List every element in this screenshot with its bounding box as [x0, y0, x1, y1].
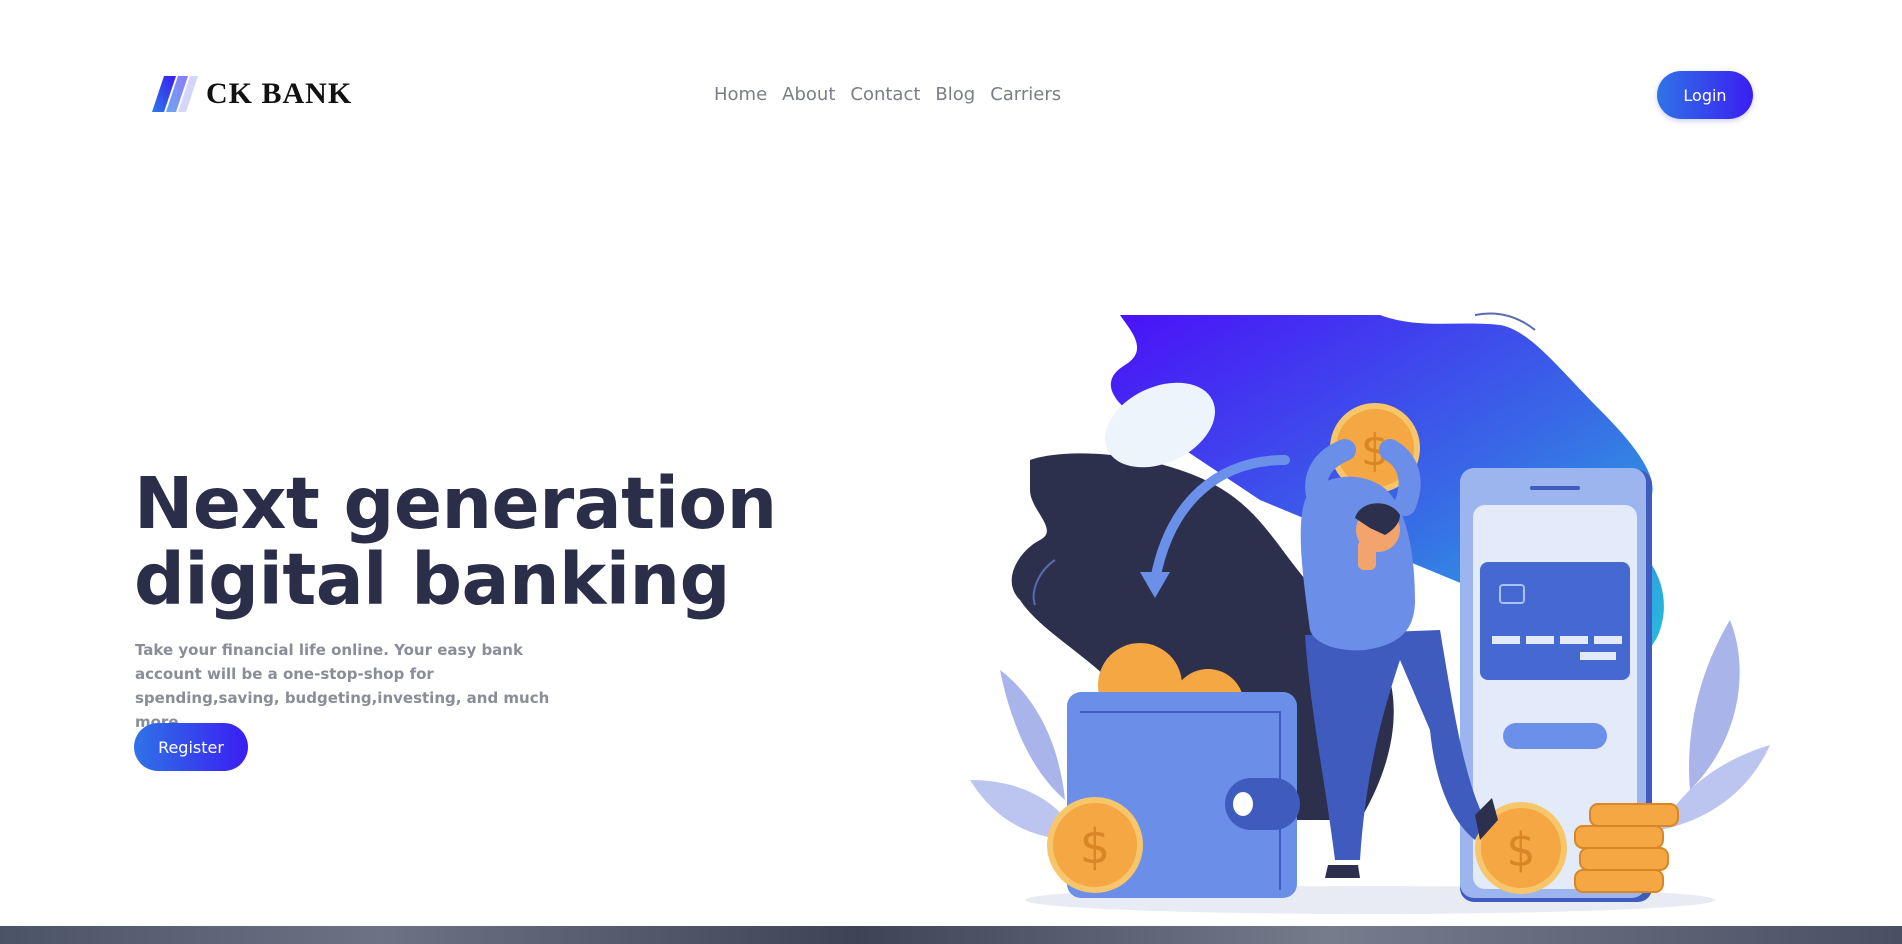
- logo-text: CK BANK: [206, 77, 353, 110]
- coin-stack-icon: [1574, 803, 1679, 893]
- leaf-right-icon: [1660, 620, 1770, 830]
- nav-home[interactable]: Home: [714, 83, 767, 107]
- nav-blog[interactable]: Blog: [935, 83, 975, 107]
- svg-text:$: $: [1080, 819, 1111, 875]
- hero-title-line-1: Next generation: [134, 462, 777, 545]
- hero-description: Take your financial life online. Your ea…: [135, 641, 550, 731]
- nav-about[interactable]: About: [782, 83, 835, 107]
- register-button[interactable]: Register: [134, 723, 248, 771]
- hero-illustration: $ $ $: [970, 312, 1770, 914]
- nav-contact[interactable]: Contact: [850, 83, 920, 107]
- brand-logo[interactable]: CK BANK: [150, 74, 352, 114]
- nav-carriers[interactable]: Carriers: [990, 83, 1061, 107]
- logo-mark-icon: [152, 76, 198, 112]
- hero-title: Next generation digital banking: [134, 466, 777, 618]
- svg-text:$: $: [1506, 823, 1535, 877]
- hero-title-line-2: digital banking: [134, 538, 730, 621]
- next-section-preview: [0, 926, 1902, 944]
- login-button[interactable]: Login: [1657, 71, 1753, 119]
- main-nav: Home About Contact Blog Carriers: [714, 83, 1061, 107]
